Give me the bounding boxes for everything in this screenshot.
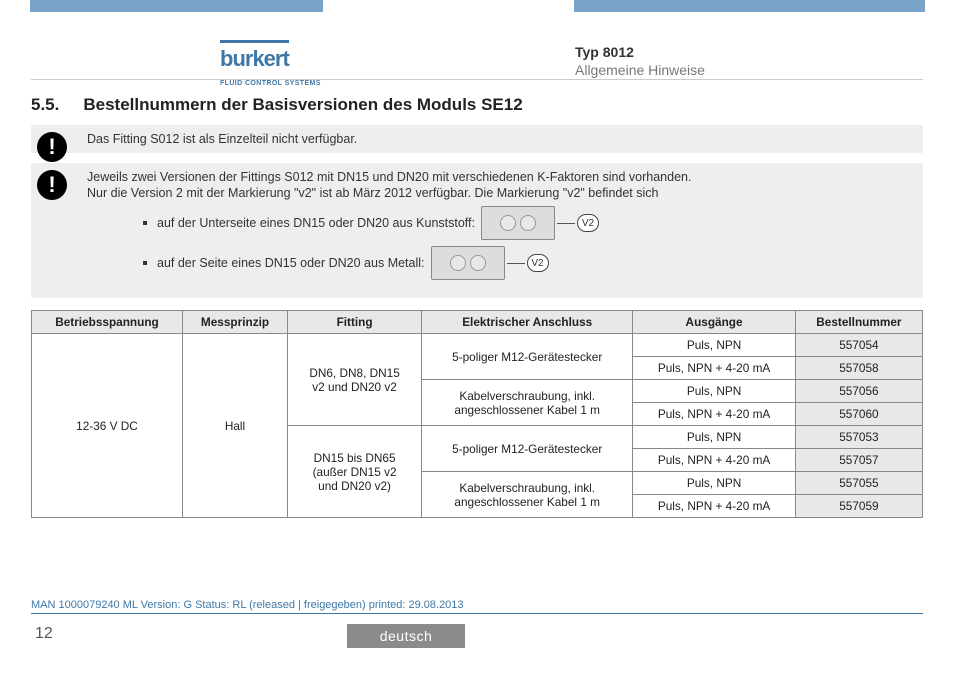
page: burkert FLUID CONTROL SYSTEMS Typ 8012 A… bbox=[0, 0, 954, 673]
brand-tagline: FLUID CONTROL SYSTEMS bbox=[220, 80, 321, 87]
bullet-1-row: auf der Unterseite eines DN15 oder DN20 … bbox=[143, 206, 913, 240]
cell-fitting-1: DN6, DN8, DN15 v2 und DN20 v2 bbox=[288, 334, 422, 426]
bullet-2-row: auf der Seite eines DN15 oder DN20 aus M… bbox=[143, 246, 913, 280]
notice-2-body: Jeweils zwei Versionen der Fittings S012… bbox=[87, 170, 913, 280]
cell-messprinzip: Hall bbox=[182, 334, 287, 518]
notice-2-line1: Jeweils zwei Versionen der Fittings S012… bbox=[87, 170, 913, 184]
content: 5.5. Bestellnummern der Basisversionen d… bbox=[31, 95, 923, 518]
cell-conn-m12-1: 5-poliger M12-Gerätestecker bbox=[422, 334, 633, 380]
fitting-plastic-image bbox=[481, 206, 555, 240]
fitting2-l3: und DN20 v2) bbox=[318, 479, 391, 493]
page-number: 12 bbox=[35, 625, 53, 643]
th-fitting: Fitting bbox=[288, 311, 422, 334]
fitting1-l2: v2 und DN20 v2 bbox=[312, 380, 397, 394]
conn2-l1: Kabelverschraubung, inkl. bbox=[459, 481, 595, 495]
th-betriebsspannung: Betriebsspannung bbox=[32, 311, 183, 334]
table-row: 12-36 V DC Hall DN6, DN8, DN15 v2 und DN… bbox=[32, 334, 923, 357]
cell-out: Puls, NPN + 4-20 mA bbox=[633, 449, 795, 472]
cell-bestellnummer: 557054 bbox=[795, 334, 922, 357]
language-tab: deutsch bbox=[347, 624, 465, 648]
callout-line-icon bbox=[557, 223, 575, 224]
conn2-l2: angeschlossener Kabel 1 m bbox=[454, 403, 600, 417]
cell-out: Puls, NPN + 4-20 mA bbox=[633, 357, 795, 380]
cell-bestellnummer: 557060 bbox=[795, 403, 922, 426]
doc-type-code: Typ 8012 bbox=[575, 44, 705, 60]
cell-bestellnummer: 557055 bbox=[795, 472, 922, 495]
footer-meta: MAN 1000079240 ML Version: G Status: RL … bbox=[31, 599, 923, 614]
top-accent-left bbox=[30, 0, 323, 12]
cell-out: Puls, NPN + 4-20 mA bbox=[633, 403, 795, 426]
cell-conn-cable-1: Kabelverschraubung, inkl. angeschlossene… bbox=[422, 380, 633, 426]
fitting2-l1: DN15 bis DN65 bbox=[314, 451, 396, 465]
brand-logo: burkert FLUID CONTROL SYSTEMS bbox=[220, 40, 321, 90]
cell-conn-cable-2: Kabelverschraubung, inkl. angeschlossene… bbox=[422, 472, 633, 518]
bullet-1-text: auf der Unterseite eines DN15 oder DN20 … bbox=[157, 216, 475, 230]
bullet-2-text: auf der Seite eines DN15 oder DN20 aus M… bbox=[157, 256, 425, 270]
header-right: Typ 8012 Allgemeine Hinweise bbox=[575, 44, 705, 78]
cell-bestellnummer: 557058 bbox=[795, 357, 922, 380]
page-header: burkert FLUID CONTROL SYSTEMS Typ 8012 A… bbox=[0, 22, 954, 77]
v2-badge: V2 bbox=[577, 214, 599, 232]
bullet-dot-icon bbox=[143, 261, 147, 265]
cell-out: Puls, NPN bbox=[633, 426, 795, 449]
cell-out: Puls, NPN bbox=[633, 380, 795, 403]
cell-out: Puls, NPN bbox=[633, 334, 795, 357]
warning-icon: ! bbox=[37, 132, 67, 162]
warning-icon: ! bbox=[37, 170, 67, 200]
cell-bestellnummer: 557053 bbox=[795, 426, 922, 449]
cell-bestellnummer: 557057 bbox=[795, 449, 922, 472]
cell-fitting-2: DN15 bis DN65 (außer DN15 v2 und DN20 v2… bbox=[288, 426, 422, 518]
conn2-l1: Kabelverschraubung, inkl. bbox=[459, 389, 595, 403]
notice-1: ! Das Fitting S012 ist als Einzelteil ni… bbox=[31, 125, 923, 153]
header-rule bbox=[31, 79, 923, 80]
th-bestellnummer: Bestellnummer bbox=[795, 311, 922, 334]
section-heading: 5.5. Bestellnummern der Basisversionen d… bbox=[31, 95, 923, 115]
order-numbers-table: Betriebsspannung Messprinzip Fitting Ele… bbox=[31, 310, 923, 518]
notice-bullet-list: auf der Unterseite eines DN15 oder DN20 … bbox=[143, 206, 913, 280]
brand-wordmark: burkert bbox=[220, 40, 289, 72]
th-messprinzip: Messprinzip bbox=[182, 311, 287, 334]
fitting-metal-thumbnail: V2 bbox=[431, 246, 549, 280]
doc-subtitle: Allgemeine Hinweise bbox=[575, 62, 705, 78]
section-title: Bestellnummern der Basisversionen des Mo… bbox=[83, 95, 522, 115]
fitting1-l1: DN6, DN8, DN15 bbox=[309, 366, 399, 380]
fitting2-l2: (außer DN15 v2 bbox=[313, 465, 397, 479]
cell-out: Puls, NPN + 4-20 mA bbox=[633, 495, 795, 518]
cell-conn-m12-2: 5-poliger M12-Gerätestecker bbox=[422, 426, 633, 472]
v2-badge: V2 bbox=[527, 254, 549, 272]
fitting-metal-image bbox=[431, 246, 505, 280]
notice-2: ! Jeweils zwei Versionen der Fittings S0… bbox=[31, 163, 923, 298]
table-header-row: Betriebsspannung Messprinzip Fitting Ele… bbox=[32, 311, 923, 334]
th-ausgaenge: Ausgänge bbox=[633, 311, 795, 334]
cell-bestellnummer: 557056 bbox=[795, 380, 922, 403]
cell-out: Puls, NPN bbox=[633, 472, 795, 495]
conn2-l2: angeschlossener Kabel 1 m bbox=[454, 495, 600, 509]
callout-line-icon bbox=[507, 263, 525, 264]
section-number: 5.5. bbox=[31, 95, 59, 115]
top-accent-right bbox=[574, 0, 925, 12]
notice-1-text: Das Fitting S012 ist als Einzelteil nich… bbox=[87, 132, 913, 146]
cell-betriebsspannung: 12-36 V DC bbox=[32, 334, 183, 518]
th-anschluss: Elektrischer Anschluss bbox=[422, 311, 633, 334]
cell-bestellnummer: 557059 bbox=[795, 495, 922, 518]
bullet-dot-icon bbox=[143, 221, 147, 225]
notice-2-line2: Nur die Version 2 mit der Markierung "v2… bbox=[87, 186, 913, 200]
fitting-plastic-thumbnail: V2 bbox=[481, 206, 599, 240]
